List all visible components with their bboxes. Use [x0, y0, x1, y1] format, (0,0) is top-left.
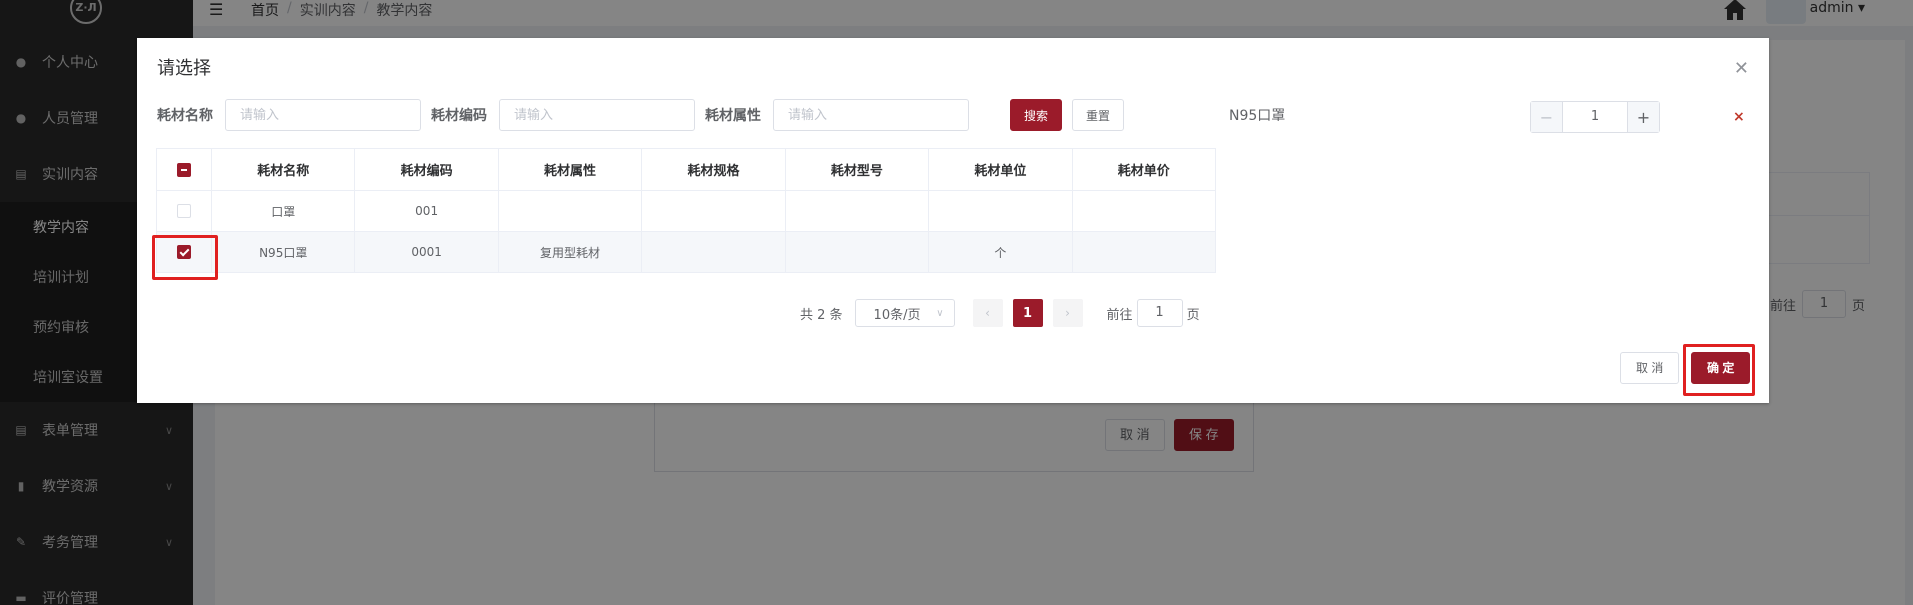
code-label: 耗材编码: [431, 108, 487, 124]
table-row[interactable]: N95口罩 0001 复用型耗材 个: [156, 231, 1217, 273]
table-cell: [928, 190, 1073, 232]
column-header: 耗材名称: [210, 148, 356, 191]
search-bar: 耗材名称 耗材编码 耗材属性 搜索 重置: [157, 99, 1125, 131]
select-dialog: 请选择 ✕ 耗材名称 耗材编码 耗材属性 搜索 重置 耗材名称 耗材编码 耗材属…: [137, 38, 1769, 403]
select-all-cell: [156, 148, 212, 191]
table-header-row: 耗材名称 耗材编码 耗材属性 耗材规格 耗材型号 耗材单位 耗材单价: [156, 148, 1217, 191]
column-header: 耗材型号: [784, 148, 930, 191]
page-number-current[interactable]: 1: [1012, 299, 1043, 327]
column-header: 耗材编码: [354, 148, 499, 191]
minus-icon[interactable]: −: [1531, 102, 1563, 132]
table-row[interactable]: 口罩 001: [156, 190, 1217, 232]
code-input[interactable]: [499, 99, 695, 131]
quantity-value[interactable]: 1: [1563, 102, 1627, 132]
remove-item-icon[interactable]: ×: [1733, 109, 1745, 125]
table-cell: 001: [354, 190, 499, 232]
dialog-confirm-button[interactable]: 确 定: [1691, 352, 1751, 384]
prev-page-icon[interactable]: ‹: [972, 299, 1003, 327]
quantity-stepper: − 1 +: [1530, 101, 1660, 133]
plus-icon[interactable]: +: [1627, 102, 1659, 132]
pager-total: 共 2 条: [800, 307, 843, 323]
row-checkbox[interactable]: [177, 204, 191, 219]
table-cell: 个: [928, 231, 1073, 273]
table-cell: 0001: [354, 231, 499, 273]
table-cell: 口罩: [210, 190, 356, 232]
selected-item-name: N95口罩: [1229, 108, 1286, 124]
table-cell: [1071, 190, 1217, 232]
attr-input[interactable]: [773, 99, 969, 131]
table-cell: [641, 190, 786, 232]
column-header: 耗材单位: [928, 148, 1073, 191]
pagination: 共 2 条 10条/页 ∨ ‹ 1 › 前往 1 页: [800, 299, 1200, 327]
row-checkbox[interactable]: [177, 245, 191, 260]
page-size-value: 10条/页: [873, 307, 921, 323]
search-button[interactable]: 搜索: [1010, 99, 1063, 131]
row-select-cell: [156, 231, 212, 273]
name-label: 耗材名称: [157, 108, 213, 124]
column-header: 耗材规格: [641, 148, 786, 191]
table-cell: [784, 190, 930, 232]
name-input[interactable]: [225, 99, 421, 131]
table-cell: [641, 231, 786, 273]
dialog-title: 请选择: [157, 58, 211, 79]
pager-goto-input[interactable]: 1: [1136, 299, 1183, 327]
pager-unit-label: 页: [1186, 307, 1200, 323]
chevron-down-icon: ∨: [936, 307, 944, 319]
pager-goto-label: 前往: [1106, 307, 1133, 323]
column-header: 耗材单价: [1071, 148, 1217, 191]
close-icon[interactable]: ✕: [1734, 60, 1749, 78]
table-cell: [497, 190, 643, 232]
reset-button[interactable]: 重置: [1072, 99, 1125, 131]
table-cell: 复用型耗材: [497, 231, 643, 273]
table-cell: N95口罩: [210, 231, 356, 273]
next-page-icon[interactable]: ›: [1052, 299, 1083, 327]
materials-table: 耗材名称 耗材编码 耗材属性 耗材规格 耗材型号 耗材单位 耗材单价 口罩 00…: [156, 148, 1217, 273]
page-size-select[interactable]: 10条/页 ∨: [854, 299, 955, 327]
column-header: 耗材属性: [497, 148, 643, 191]
attr-label: 耗材属性: [705, 108, 761, 124]
table-cell: [1071, 231, 1217, 273]
table-cell: [784, 231, 930, 273]
dialog-cancel-button[interactable]: 取 消: [1620, 352, 1680, 384]
row-select-cell: [156, 190, 212, 232]
select-all-checkbox[interactable]: [177, 162, 191, 177]
